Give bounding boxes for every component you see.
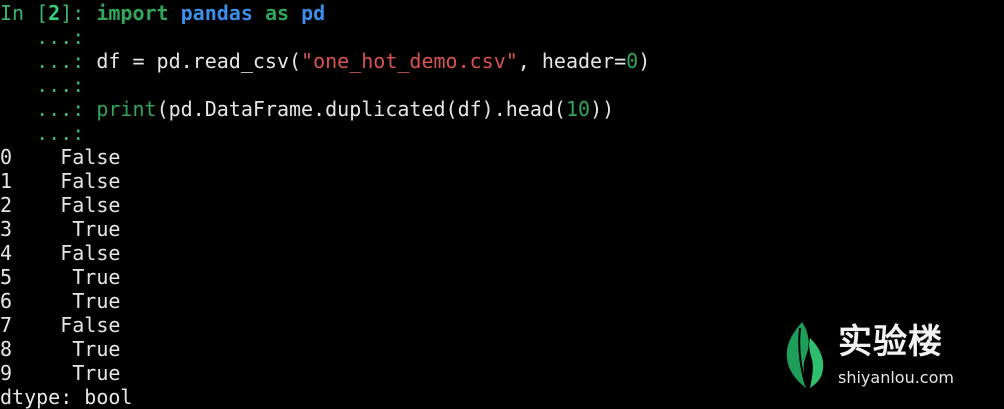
row-value: False	[60, 241, 121, 265]
output-row: 2 False	[0, 193, 1004, 217]
row-value: True	[72, 337, 121, 361]
output-row: 0 False	[0, 145, 1004, 169]
shiyanlou-watermark: 实验楼 shiyanlou.com	[780, 318, 1000, 398]
continuation-prompt: ...:	[0, 25, 85, 49]
print-function: print	[96, 97, 157, 121]
row-index: 6	[0, 289, 13, 313]
row-value: False	[60, 313, 121, 337]
execution-count: 2	[48, 1, 61, 25]
continuation-prompt: ...:	[0, 121, 85, 145]
row-value: True	[72, 289, 121, 313]
continuation-prompt: ...:	[0, 49, 85, 73]
watermark-domain: shiyanlou.com	[838, 368, 954, 387]
row-index: 5	[0, 265, 13, 289]
code-read-csv-prefix: df = pd.read_csv(	[84, 49, 302, 73]
row-index: 2	[0, 193, 13, 217]
row-index: 3	[0, 217, 13, 241]
in-prompt-close: ]:	[60, 1, 97, 25]
code-header-arg: , header=	[517, 49, 627, 73]
row-value: True	[72, 265, 121, 289]
continuation-line: ...:	[0, 121, 1004, 145]
row-index: 9	[0, 361, 13, 385]
row-index: 7	[0, 313, 13, 337]
code-duplicated-call: (pd.DataFrame.duplicated(df).head(	[156, 97, 566, 121]
as-keyword: as	[264, 1, 290, 25]
input-line-read-csv: ...: df = pd.read_csv("one_hot_demo.csv"…	[0, 49, 1004, 73]
input-line-print: ...: print(pd.DataFrame.duplicated(df).h…	[0, 97, 1004, 121]
output-row: 5 True	[0, 265, 1004, 289]
row-value: True	[72, 361, 121, 385]
input-line-import: In [2]: import pandas as pd	[0, 1, 1004, 25]
row-index: 8	[0, 337, 13, 361]
continuation-prompt: ...:	[0, 97, 85, 121]
output-row: 4 False	[0, 241, 1004, 265]
code-close-paren: )	[638, 49, 651, 73]
module-alias: pd	[301, 1, 326, 25]
output-row: 3 True	[0, 217, 1004, 241]
row-index: 0	[0, 145, 13, 169]
row-value: False	[60, 193, 121, 217]
row-value: False	[60, 169, 121, 193]
continuation-line: ...:	[0, 73, 1004, 97]
continuation-prompt: ...:	[0, 73, 85, 97]
shiyanlou-leaf-logo-icon	[786, 322, 824, 388]
continuation-line: ...:	[0, 25, 1004, 49]
output-row: 6 True	[0, 289, 1004, 313]
in-prompt-label: In [	[0, 1, 49, 25]
import-keyword: import	[96, 1, 169, 25]
row-index: 4	[0, 241, 13, 265]
output-row: 1 False	[0, 169, 1004, 193]
module-name: pandas	[180, 1, 253, 25]
watermark-brand-name: 实验楼	[838, 322, 943, 362]
head-count-number: 10	[565, 97, 591, 121]
row-index: 1	[0, 169, 13, 193]
code-close-parens: ))	[590, 97, 615, 121]
csv-filename-string: "one_hot_demo.csv"	[301, 49, 518, 73]
row-value: False	[60, 145, 121, 169]
row-value: True	[72, 217, 121, 241]
header-number: 0	[626, 49, 639, 73]
